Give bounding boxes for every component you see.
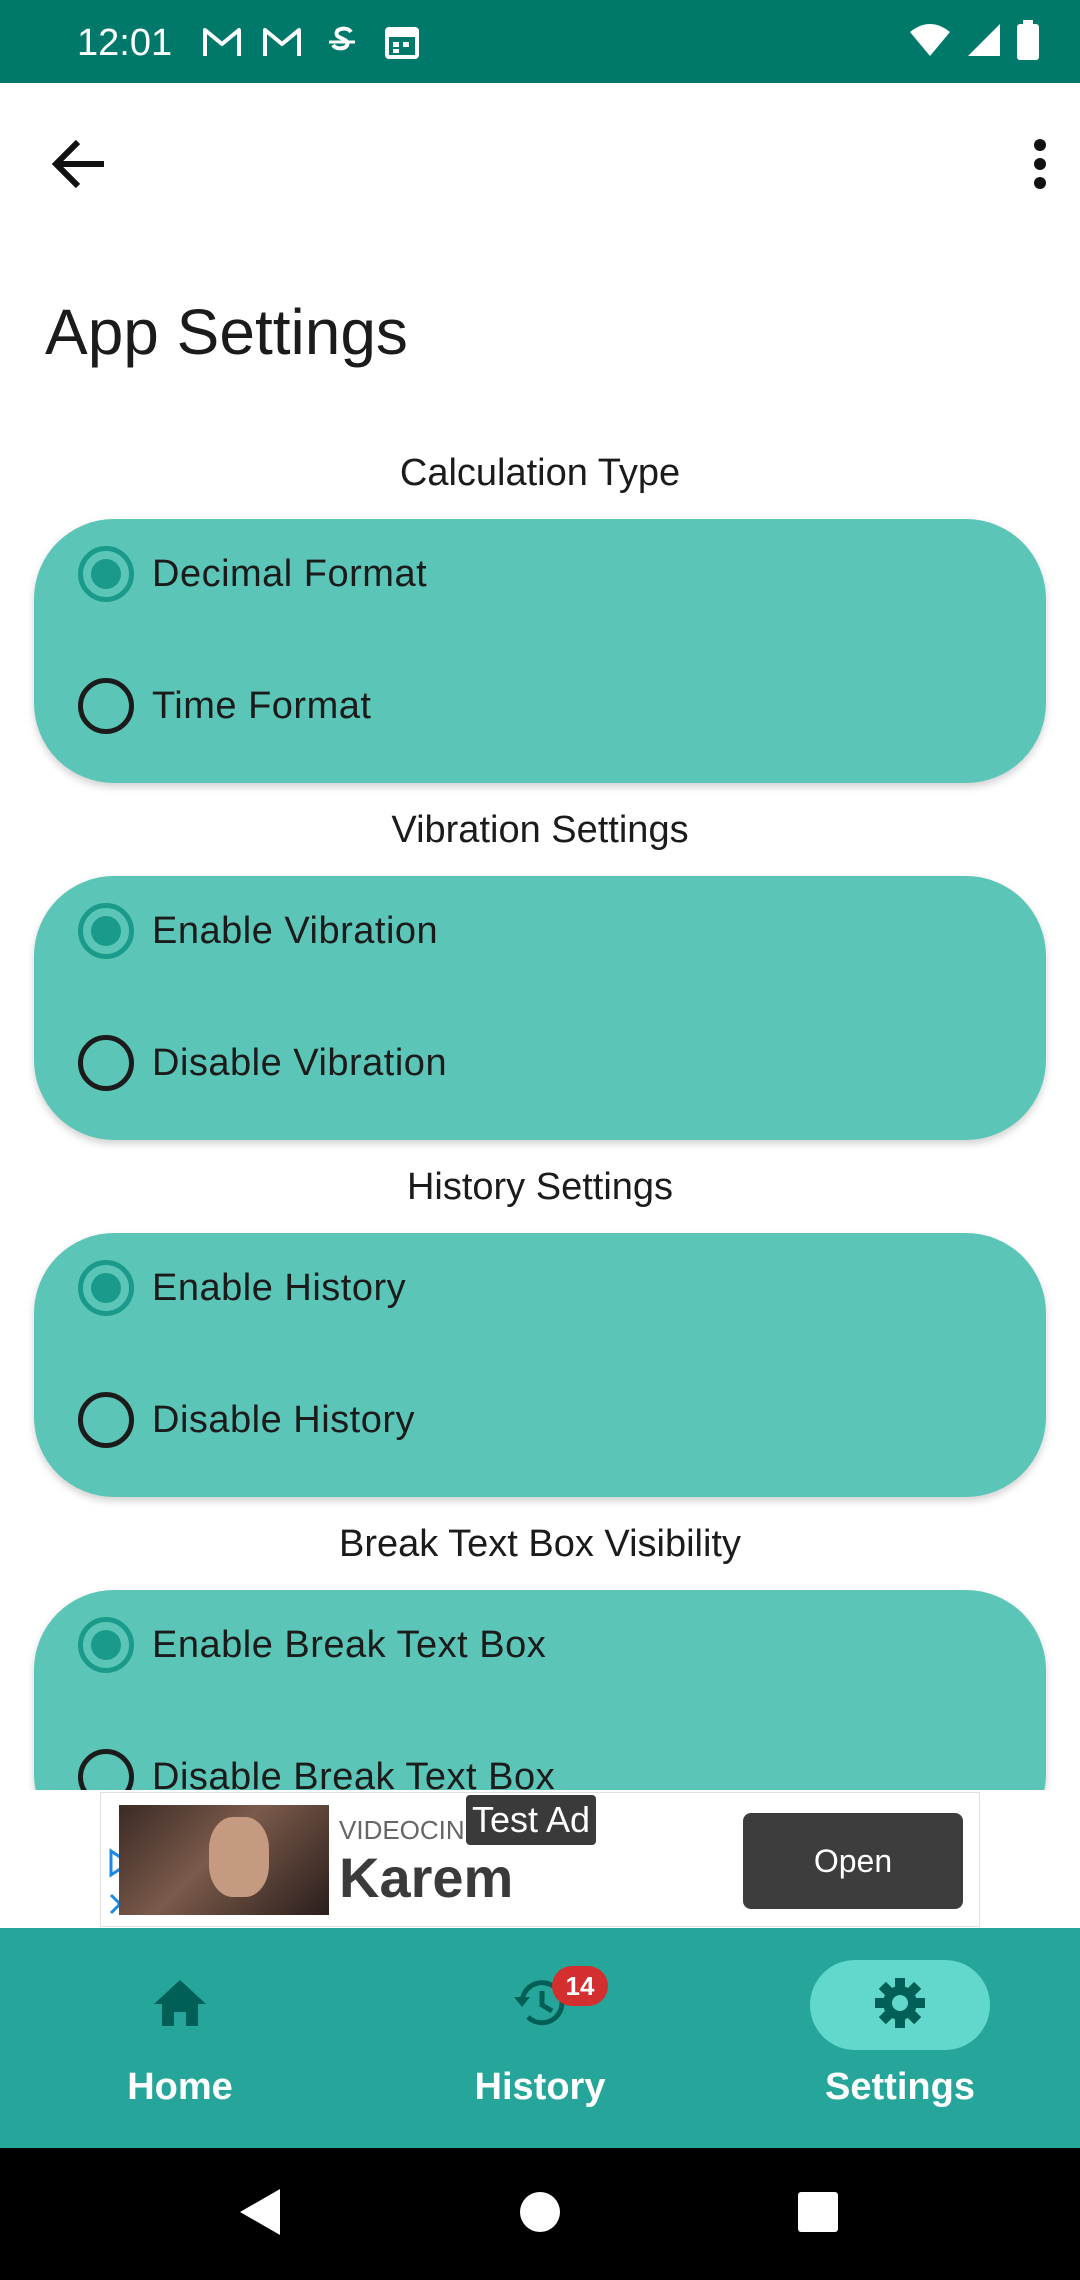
settings-scroll-area[interactable]: Calculation Type Decimal Format Time For…	[0, 430, 1080, 1790]
option-disable-history[interactable]: Disable History	[78, 1385, 415, 1455]
system-icons	[908, 20, 1040, 65]
gmail-icon	[260, 22, 304, 62]
radio-checked-icon[interactable]	[78, 1260, 134, 1316]
vibration-card: Enable Vibration Disable Vibration	[34, 876, 1046, 1140]
option-enable-history[interactable]: Enable History	[78, 1253, 406, 1323]
test-ad-label: Test Ad	[466, 1795, 597, 1845]
home-icon	[152, 1978, 208, 2033]
option-label: Time Format	[152, 684, 372, 727]
nav-item-home[interactable]: Home	[0, 1928, 360, 2148]
history-badge: 14	[552, 1966, 608, 2006]
more-options-button[interactable]	[1010, 128, 1070, 204]
radio-checked-icon[interactable]	[78, 546, 134, 602]
triangle-back-icon	[238, 2187, 282, 2242]
gear-icon	[873, 1976, 927, 2035]
section-title-break-text-box: Break Text Box Visibility	[339, 1523, 741, 1565]
option-label: Decimal Format	[152, 552, 428, 595]
option-label: Disable Break Text Box	[152, 1755, 556, 1791]
radio-unchecked-icon[interactable]	[78, 1749, 134, 1790]
radio-checked-icon[interactable]	[78, 1617, 134, 1673]
back-button[interactable]	[40, 128, 116, 204]
bottom-navigation: Home 14 History Settings	[0, 1928, 1080, 2148]
radio-unchecked-icon[interactable]	[78, 1035, 134, 1091]
option-label: Disable History	[152, 1398, 416, 1441]
gmail-icon	[200, 22, 244, 62]
nav-item-settings[interactable]: Settings	[720, 1928, 1080, 2148]
ad-image[interactable]	[119, 1805, 329, 1915]
calculation-type-card: Decimal Format Time Format	[34, 519, 1046, 783]
arrow-back-icon	[48, 136, 108, 197]
system-back-button[interactable]	[220, 2178, 300, 2250]
option-decimal-format[interactable]: Decimal Format	[78, 539, 427, 609]
nav-label-home: Home	[127, 2066, 233, 2108]
ad-open-button[interactable]: Open	[743, 1813, 963, 1909]
option-enable-vibration[interactable]: Enable Vibration	[78, 896, 438, 966]
circle-home-icon	[518, 2190, 562, 2239]
section-title-calculation-type: Calculation Type	[399, 452, 681, 494]
battery-icon	[1016, 20, 1040, 65]
option-label: Enable Vibration	[152, 909, 439, 952]
sim-icon	[320, 22, 364, 62]
history-card: Enable History Disable History	[34, 1233, 1046, 1497]
radio-checked-icon[interactable]	[78, 903, 134, 959]
more-vert-icon	[1033, 138, 1047, 194]
option-disable-break-text-box[interactable]: Disable Break Text Box	[78, 1742, 555, 1790]
nav-label-history: History	[474, 2066, 606, 2108]
nav-item-history[interactable]: 14 History	[360, 1928, 720, 2148]
ad-banner[interactable]: VIDEOCINE Karem Test Ad Open	[100, 1792, 980, 1927]
option-label: Disable Vibration	[152, 1041, 448, 1084]
option-label: Enable History	[152, 1266, 407, 1309]
system-home-button[interactable]	[500, 2178, 580, 2250]
square-recents-icon	[797, 2191, 839, 2238]
signal-icon	[966, 22, 1002, 63]
calendar-icon	[380, 22, 424, 62]
wifi-icon	[908, 22, 952, 63]
page-title: App Settings	[45, 296, 408, 368]
nav-label-settings: Settings	[825, 2066, 975, 2108]
option-label: Enable Break Text Box	[152, 1623, 547, 1666]
app-bar	[0, 83, 1080, 233]
system-navigation-bar	[0, 2148, 1080, 2280]
system-recents-button[interactable]	[778, 2178, 858, 2250]
notification-icons	[200, 22, 424, 62]
option-enable-break-text-box[interactable]: Enable Break Text Box	[78, 1610, 546, 1680]
option-disable-vibration[interactable]: Disable Vibration	[78, 1028, 447, 1098]
radio-unchecked-icon[interactable]	[78, 678, 134, 734]
radio-unchecked-icon[interactable]	[78, 1392, 134, 1448]
ad-brand[interactable]: Karem	[339, 1845, 513, 1910]
break-text-box-card: Enable Break Text Box Disable Break Text…	[34, 1590, 1046, 1790]
section-title-history: History Settings	[406, 1166, 674, 1208]
status-bar: 12:01	[0, 0, 1080, 83]
ad-source: VIDEOCINE	[339, 1815, 483, 1845]
option-time-format[interactable]: Time Format	[78, 671, 371, 741]
status-time: 12:01	[77, 22, 173, 64]
section-title-vibration: Vibration Settings	[391, 809, 689, 851]
